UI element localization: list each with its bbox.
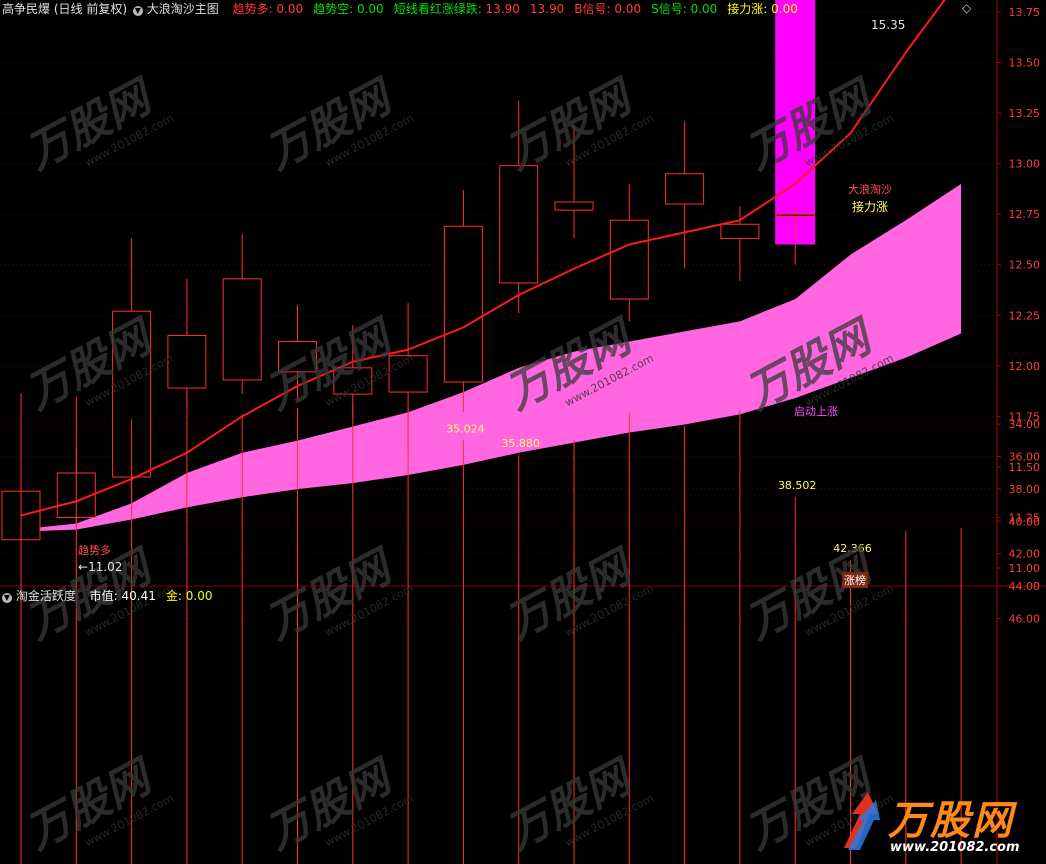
dropdown-circle-icon[interactable]: ▼ — [2, 593, 12, 603]
y-tick-label: 36.00 — [1009, 451, 1041, 464]
stock-name[interactable]: 高争民爆 — [2, 2, 50, 16]
period-label[interactable]: (日线 前复权) — [54, 2, 127, 16]
sub-header-item-value: 40.41 — [121, 589, 156, 603]
y-tick-label: 34.00 — [1009, 418, 1041, 431]
candle — [609, 183, 649, 322]
indicator-values: 趋势多: 0.00 趋势空: 0.00 短线看红涨绿跌: 13.90 13.90 B信号… — [223, 2, 798, 16]
header-item-label: 接力涨: — [727, 2, 772, 16]
y-tick-label: 40.00 — [1009, 515, 1041, 528]
start-rise-label: 启动上涨 — [794, 405, 838, 418]
data-label: 35.880 — [501, 437, 540, 450]
y-tick-label: 12.50 — [1009, 259, 1041, 272]
diamond-icon[interactable]: ◇ — [962, 1, 971, 15]
header-item-label: S信号: — [651, 2, 691, 16]
trend-long-label: 趋势多 — [78, 544, 111, 557]
arrow-logo-icon — [838, 790, 882, 852]
header-item: B信号: 0.00 — [574, 2, 641, 16]
y-tick-label: 13.50 — [1009, 57, 1041, 70]
header-item-value: 13.90 — [485, 2, 520, 16]
header-item-value: 0.00 — [690, 2, 718, 16]
header-item-label: 趋势多: — [232, 2, 277, 16]
header-item: 短线看红涨绿跌: 13.90 — [394, 2, 520, 16]
header-item-value: 0.00 — [276, 2, 304, 16]
indicator-name[interactable]: 大浪淘沙主图 — [147, 2, 219, 16]
candle — [720, 206, 760, 281]
brand-logo-url: www.201082.com — [890, 840, 1020, 855]
sub-header-item-value: 0.00 — [185, 589, 213, 603]
high-marker-label: 15.35 — [871, 18, 906, 32]
y-tick-label: 12.75 — [1009, 208, 1041, 221]
header-item: 接力涨: 0.00 — [727, 2, 798, 16]
data-label: 35.024 — [446, 422, 485, 435]
header-item: 13.90 — [530, 2, 564, 16]
candle-body — [720, 223, 760, 239]
header-item-label: B信号: — [574, 2, 615, 16]
big-wave-label: 大浪淘沙 — [848, 183, 892, 196]
sub-header: ▼ 淘金活跃度 市值: 40.41 金: 0.00 — [2, 589, 212, 603]
dropdown-circle-icon[interactable]: ▼ — [132, 6, 143, 16]
sub-header-item-label: 市值: — [89, 589, 122, 603]
limit-rank-badge[interactable]: 涨榜 — [842, 572, 868, 588]
sub-header-item: 市值: 40.41 — [90, 589, 156, 603]
y-tick-label: 42.00 — [1009, 548, 1041, 561]
candle-body — [554, 201, 594, 211]
candle — [665, 121, 705, 269]
y-tick-label: 13.25 — [1009, 107, 1041, 120]
candle-body — [609, 219, 649, 300]
candle-body — [499, 165, 539, 284]
y-tick-label: 12.00 — [1009, 360, 1041, 373]
y-tick-label: 46.00 — [1009, 613, 1041, 626]
header-item: 趋势空: 0.00 — [313, 2, 384, 16]
candle — [167, 278, 207, 409]
header-item-label: 短线看红涨绿跌: — [393, 2, 486, 16]
main-header: 高争民爆 (日线 前复权) ▼ 大浪淘沙主图 趋势多: 0.00 趋势空: 0.0… — [2, 2, 798, 16]
sub-header-item: 金: 0.00 — [166, 589, 213, 603]
y-tick-label: 12.25 — [1009, 309, 1041, 322]
candle — [443, 189, 483, 413]
y-tick-label: 38.00 — [1009, 483, 1041, 496]
low-marker-label: ←11.02 — [78, 560, 123, 574]
y-tick-label: 13.75 — [1009, 6, 1041, 19]
sub-indicator-name[interactable]: 淘金活跃度 — [16, 589, 76, 603]
y-tick-label: 11.00 — [1009, 562, 1041, 575]
header-item-value: 0.00 — [771, 2, 798, 16]
header-item-value: 0.00 — [614, 2, 642, 16]
sub-header-item-label: 金: — [165, 589, 186, 603]
header-item-value: 0.00 — [356, 2, 384, 16]
header-item-label: 趋势空: — [313, 2, 357, 16]
y-tick-label: 44.00 — [1009, 580, 1041, 593]
data-label: 38.502 — [778, 479, 817, 492]
relay-rise-label: 接力涨 — [852, 200, 889, 214]
candle-body — [775, 213, 815, 217]
brand-logo: 万股网 www.201082.com — [832, 784, 1046, 864]
y-tick-label: 13.00 — [1009, 158, 1041, 171]
low-marker-value: 11.02 — [88, 560, 123, 574]
sub-indicator-values: 市值: 40.41 金: 0.00 — [80, 589, 213, 603]
candle-body — [665, 173, 705, 205]
header-item: 趋势多: 0.00 — [233, 2, 304, 16]
candle-body — [443, 225, 483, 383]
chart-window: 15.0014.7514.5014.2514.0013.7513.5013.25… — [0, 0, 1046, 864]
header-item-label: 13.90 — [529, 2, 565, 16]
header-item: S信号: 0.00 — [651, 2, 717, 16]
brand-logo-text: 万股网 — [888, 798, 1014, 844]
